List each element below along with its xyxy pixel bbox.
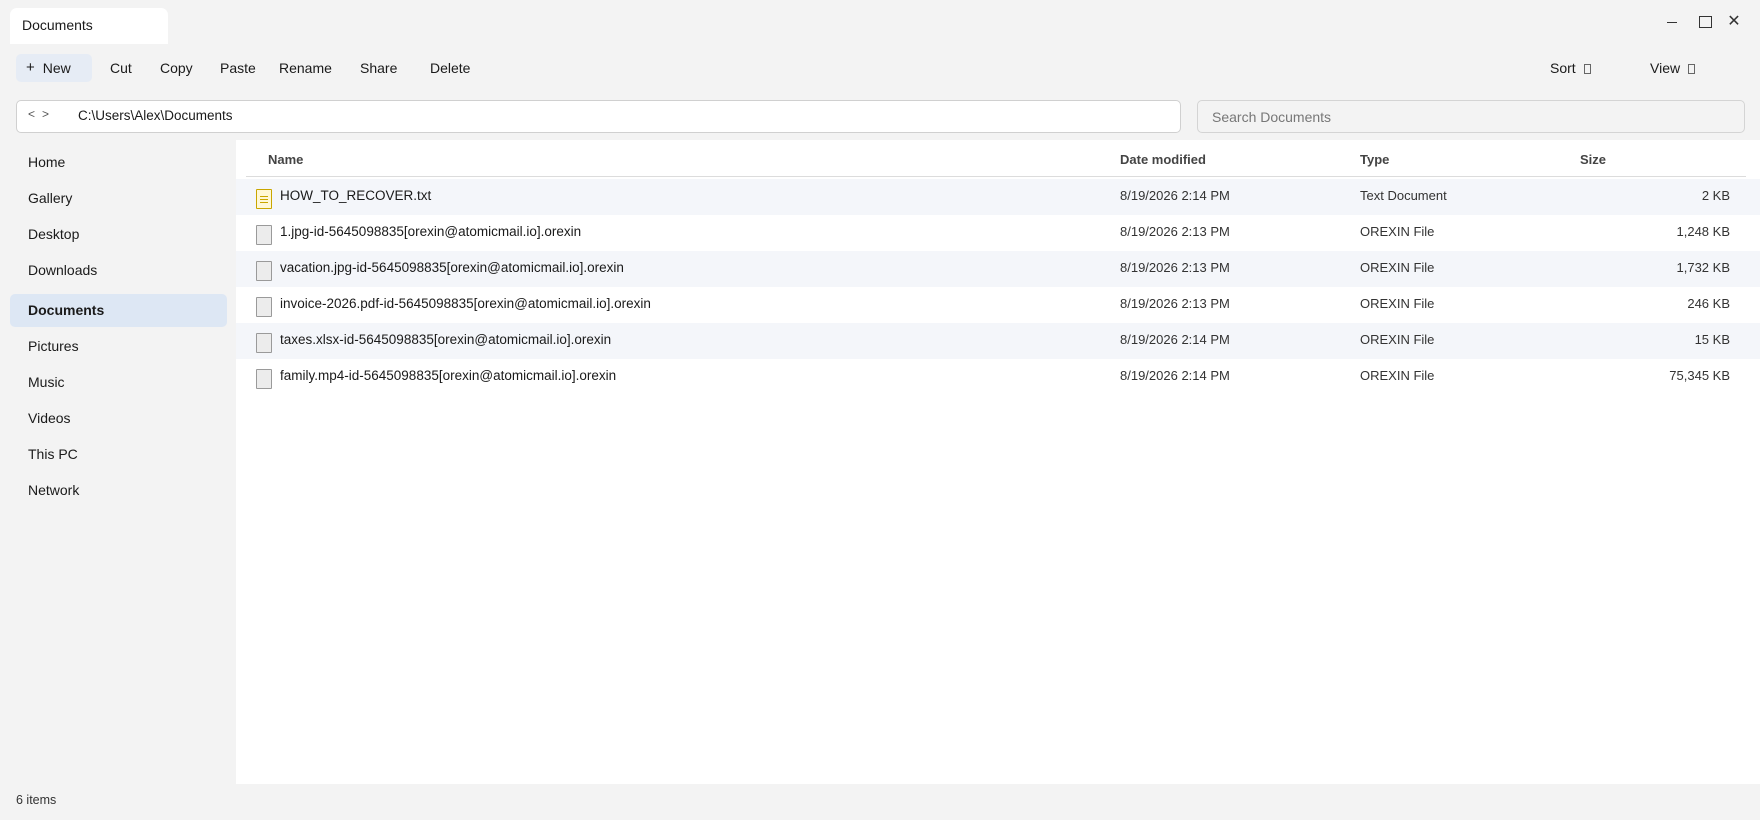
status-item-count: 6 items <box>16 793 57 807</box>
maximize-icon <box>1698 16 1712 28</box>
column-header-size[interactable]: Size <box>1580 152 1606 167</box>
share-button[interactable]: Share <box>360 54 397 82</box>
file-icon <box>256 225 272 245</box>
file-name: invoice-2026.pdf-id-5645098835[orexin@at… <box>280 296 651 311</box>
new-button[interactable]: + New <box>16 54 92 82</box>
sidebar-item-music[interactable]: Music <box>10 366 227 399</box>
maximize-button[interactable] <box>1691 10 1719 34</box>
file-type: OREXIN File <box>1360 368 1435 383</box>
column-header-type[interactable]: Type <box>1360 152 1389 167</box>
file-list: Name Date modified Type Size HOW_TO_RECO… <box>236 140 1760 784</box>
table-row[interactable]: taxes.xlsx-id-5645098835[orexin@atomicma… <box>236 323 1760 359</box>
sidebar: Home Gallery Desktop Downloads Documents… <box>0 146 236 784</box>
view-chevron-icon <box>1688 64 1696 75</box>
cut-button[interactable]: Cut <box>110 54 132 82</box>
table-row[interactable]: HOW_TO_RECOVER.txt 8/19/2026 2:14 PM Tex… <box>236 179 1760 215</box>
title-bar: Documents ✕ <box>0 0 1760 48</box>
copy-button[interactable]: Copy <box>160 54 193 82</box>
file-date: 8/19/2026 2:14 PM <box>1120 188 1230 203</box>
command-bar: + New Cut Copy Paste Rename Share Delete… <box>0 48 1760 88</box>
paste-button[interactable]: Paste <box>220 54 256 82</box>
file-type: OREXIN File <box>1360 260 1435 275</box>
view-button[interactable]: View <box>1650 54 1696 82</box>
sort-button[interactable]: Sort <box>1550 54 1591 82</box>
header-divider <box>246 176 1746 177</box>
close-button[interactable]: ✕ <box>1720 10 1748 34</box>
table-row[interactable]: family.mp4-id-5645098835[orexin@atomicma… <box>236 359 1760 395</box>
text-file-icon <box>256 189 272 209</box>
minimize-icon <box>1667 21 1677 23</box>
column-header-date[interactable]: Date modified <box>1120 152 1206 167</box>
address-path: C:\Users\Alex\Documents <box>78 108 233 123</box>
rename-button[interactable]: Rename <box>279 54 332 82</box>
column-header-name[interactable]: Name <box>268 152 303 167</box>
sidebar-item-documents[interactable]: Documents <box>10 294 227 327</box>
file-icon <box>256 333 272 353</box>
plus-icon: + <box>26 59 35 76</box>
close-icon: ✕ <box>1727 13 1741 30</box>
file-name: vacation.jpg-id-5645098835[orexin@atomic… <box>280 260 624 275</box>
file-size: 15 KB <box>1694 332 1730 347</box>
file-name: family.mp4-id-5645098835[orexin@atomicma… <box>280 368 617 383</box>
sidebar-item-videos[interactable]: Videos <box>10 402 227 435</box>
file-size: 2 KB <box>1701 188 1730 203</box>
table-row[interactable]: 1.jpg-id-5645098835[orexin@atomicmail.io… <box>236 215 1760 251</box>
file-date: 8/19/2026 2:13 PM <box>1120 224 1230 239</box>
file-icon <box>256 261 272 281</box>
tab-documents[interactable]: Documents <box>10 8 168 44</box>
sort-chevron-icon <box>1583 64 1591 75</box>
file-date: 8/19/2026 2:14 PM <box>1120 332 1230 347</box>
new-label: New <box>42 60 71 76</box>
file-icon <box>256 369 272 389</box>
file-size: 246 KB <box>1687 296 1730 311</box>
file-type: OREXIN File <box>1360 332 1435 347</box>
sidebar-item-pictures[interactable]: Pictures <box>10 330 227 363</box>
address-bar[interactable]: < > C:\Users\Alex\Documents <box>16 100 1181 133</box>
sidebar-item-network[interactable]: Network <box>10 474 227 507</box>
file-size: 75,345 KB <box>1669 368 1730 383</box>
file-size: 1,732 KB <box>1676 260 1731 275</box>
back-icon[interactable]: < <box>28 107 35 121</box>
search-input[interactable] <box>1197 100 1745 133</box>
forward-icon[interactable]: > <box>42 107 49 121</box>
sidebar-item-home[interactable]: Home <box>10 146 227 179</box>
sidebar-item-gallery[interactable]: Gallery <box>10 182 227 215</box>
sort-label: Sort <box>1550 60 1576 76</box>
file-icon <box>256 297 272 317</box>
file-type: Text Document <box>1360 188 1447 203</box>
file-name: taxes.xlsx-id-5645098835[orexin@atomicma… <box>280 332 612 347</box>
file-name: HOW_TO_RECOVER.txt <box>280 188 432 203</box>
sidebar-item-downloads[interactable]: Downloads <box>10 254 227 287</box>
file-date: 8/19/2026 2:13 PM <box>1120 260 1230 275</box>
view-label: View <box>1650 60 1681 76</box>
file-type: OREXIN File <box>1360 296 1435 311</box>
minimize-button[interactable] <box>1658 10 1686 34</box>
file-date: 8/19/2026 2:13 PM <box>1120 296 1230 311</box>
file-name: 1.jpg-id-5645098835[orexin@atomicmail.io… <box>280 224 582 239</box>
delete-button[interactable]: Delete <box>430 54 470 82</box>
file-date: 8/19/2026 2:14 PM <box>1120 368 1230 383</box>
file-size: 1,248 KB <box>1676 224 1731 239</box>
sidebar-item-this-pc[interactable]: This PC <box>10 438 227 471</box>
table-row[interactable]: invoice-2026.pdf-id-5645098835[orexin@at… <box>236 287 1760 323</box>
sidebar-item-desktop[interactable]: Desktop <box>10 218 227 251</box>
table-row[interactable]: vacation.jpg-id-5645098835[orexin@atomic… <box>236 251 1760 287</box>
file-type: OREXIN File <box>1360 224 1435 239</box>
